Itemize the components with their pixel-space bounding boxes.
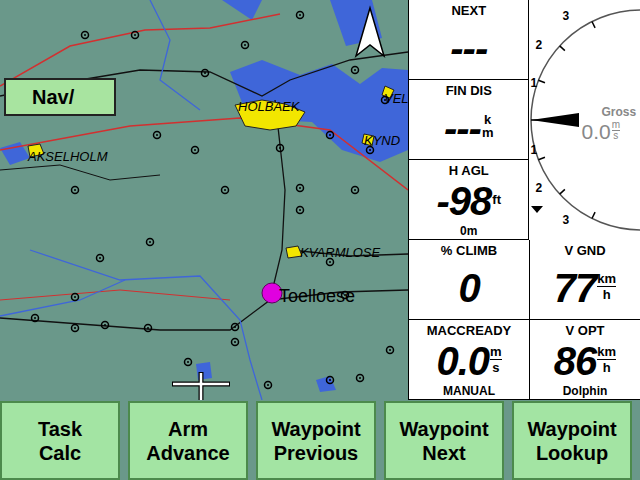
place-label: AKSELHOLM [28, 150, 107, 163]
vario-scale-label: 3 [562, 10, 569, 22]
info-box-value: --- [444, 108, 481, 148]
vario-gauge: 321123Gross0.0ms [528, 0, 640, 240]
waypoint-icon[interactable] [277, 145, 284, 152]
north-arrow-icon [356, 8, 384, 56]
info-box-title: MACCREADY [427, 320, 512, 337]
info-box-comment: MANUAL [443, 385, 495, 399]
unit: km [482, 113, 494, 143]
waypoint-icon[interactable] [82, 32, 89, 39]
place-label: Toelloese [279, 287, 355, 305]
vario-value: 0.0 [581, 121, 610, 142]
waypoint-icon[interactable] [145, 325, 152, 332]
info-box-title: V GND [564, 240, 605, 257]
info-box-title: V OPT [565, 320, 604, 337]
waypoint-icon[interactable] [232, 324, 239, 331]
app: HOLBAEK VEL KYND AKSELHOLM KVARMLOSE Toelloes… [0, 0, 640, 480]
waypoint-icon[interactable] [192, 147, 199, 154]
unit: kmh [597, 345, 616, 378]
waypoint-icon[interactable] [297, 207, 304, 214]
menu-button[interactable]: WaypointPrevious [256, 401, 376, 480]
info-box-title: NEXT [451, 0, 486, 17]
waypoint-icon[interactable] [327, 377, 334, 384]
vario-scale-label: 1 [530, 77, 537, 89]
vario-label: Gross [601, 106, 636, 118]
waypoint-icon[interactable] [357, 375, 364, 382]
info-box-value: -98 [437, 181, 492, 221]
info-panel: NEXT---FIN DIS---kmH AGL-98ft0m321123Gro… [408, 0, 640, 400]
aircraft-icon [172, 372, 230, 400]
info-box-value: 0.0 [436, 341, 489, 381]
menu-button[interactable]: WaypointLookup [512, 401, 632, 480]
waypoint-icon[interactable] [222, 187, 229, 194]
waypoint-icon[interactable] [352, 67, 359, 74]
waypoint-icon[interactable] [232, 339, 239, 346]
map[interactable]: HOLBAEK VEL KYND AKSELHOLM KVARMLOSE Toelloes… [0, 0, 408, 400]
vario-scale-label: 3 [562, 214, 569, 226]
place-label: VEL [384, 92, 408, 105]
menu-button[interactable]: TaskCalc [0, 401, 120, 480]
vario-scale-label: 1 [530, 144, 537, 156]
waypoint-icon[interactable] [185, 359, 192, 366]
info-box[interactable]: NEXT --- [409, 0, 528, 80]
info-box-title: H AGL [449, 160, 489, 177]
waypoint-icon[interactable] [102, 322, 109, 329]
info-box[interactable]: MACCREADY 0.0ms MANUAL [409, 320, 529, 400]
waypoint-icon[interactable] [265, 382, 272, 389]
info-box[interactable]: FIN DIS ---km [409, 80, 528, 160]
waypoint-icon[interactable] [387, 347, 394, 354]
waypoint-icon[interactable] [97, 255, 104, 262]
vario-dial-icon [529, 0, 640, 240]
info-box[interactable]: V OPT 86kmh Dolphin [529, 320, 640, 400]
menu-button[interactable]: ArmAdvance [128, 401, 248, 480]
place-label: KYND [364, 134, 400, 147]
waypoint-icon[interactable] [72, 325, 79, 332]
button-bar: TaskCalcArmAdvanceWaypointPreviousWaypoi… [0, 400, 640, 480]
unit: ms [490, 345, 502, 378]
waypoint-icon[interactable] [202, 70, 209, 77]
info-box[interactable]: V GND 77kmh [529, 240, 640, 320]
info-box[interactable]: H AGL -98ft 0m [409, 160, 528, 240]
vario-scale-label: 2 [535, 39, 542, 51]
info-box-title: FIN DIS [446, 80, 492, 97]
waypoint-icon[interactable] [297, 185, 304, 192]
waypoint-icon[interactable] [242, 42, 249, 49]
info-box-value: --- [450, 28, 487, 68]
waypoint-icon[interactable] [147, 239, 154, 246]
waypoint-icon[interactable] [352, 187, 359, 194]
waypoint-icon[interactable] [32, 315, 39, 322]
mode-label: Nav/ [4, 78, 116, 116]
info-box-comment: 0m [460, 225, 477, 239]
unit: kmh [597, 272, 616, 305]
menu-button[interactable]: WaypointNext [384, 401, 504, 480]
waypoint-icon[interactable] [327, 132, 334, 139]
info-box-title: % CLIMB [441, 240, 497, 257]
info-box[interactable]: % CLIMB 0 [409, 240, 529, 320]
vario-scale-label: 2 [535, 182, 542, 194]
info-box-value: 0 [458, 268, 479, 308]
waypoint-icon[interactable] [72, 294, 79, 301]
info-box-comment: Dolphin [563, 385, 608, 399]
waypoint-icon[interactable] [132, 32, 139, 39]
waypoint-icon[interactable] [72, 187, 79, 194]
terrain-map-icon [0, 0, 408, 400]
place-label: KVARMLOSE [300, 246, 380, 259]
info-box-value: 77 [554, 268, 597, 308]
unit: ft [492, 193, 501, 210]
waypoint-icon[interactable] [367, 147, 374, 154]
waypoint-icon[interactable] [154, 132, 161, 139]
place-label: HOLBAEK [238, 100, 299, 113]
waypoint-icon[interactable] [327, 259, 334, 266]
info-box-value: 86 [554, 341, 597, 381]
waypoint-icon[interactable] [297, 12, 304, 19]
